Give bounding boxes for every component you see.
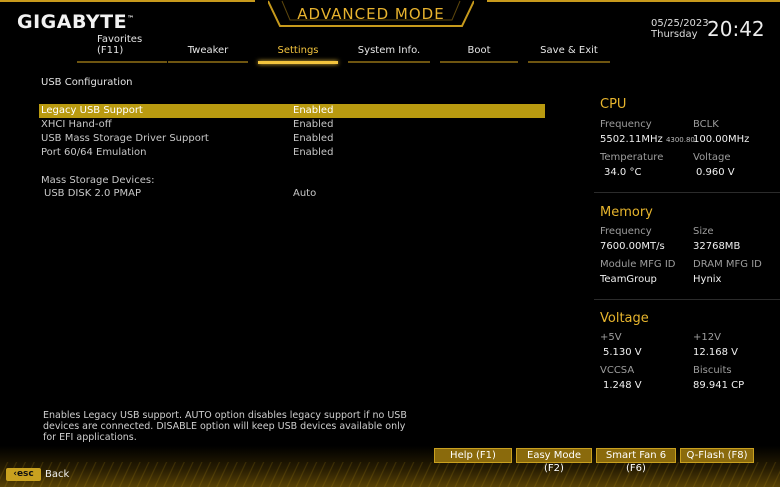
panel-divider bbox=[594, 192, 780, 193]
device-value: Auto bbox=[293, 188, 317, 199]
tab-favorites[interactable]: Favorites (F11) bbox=[77, 34, 167, 63]
p12v-label: +12V bbox=[693, 332, 721, 343]
biscuits-label: Biscuits bbox=[693, 365, 732, 376]
cpu-temperature-label: Temperature bbox=[600, 152, 664, 163]
p12v-value: 12.168 V bbox=[693, 347, 739, 358]
brand-name: GIGABYTE bbox=[17, 11, 128, 33]
module-mfg-label: Module MFG ID bbox=[600, 259, 676, 270]
tab-underline bbox=[440, 61, 518, 63]
header-accent-line-right bbox=[487, 0, 780, 2]
cpu-frequency-main: 5502.11MHz bbox=[600, 134, 663, 145]
header-accent-line-left bbox=[0, 0, 255, 2]
smart-fan-button[interactable]: Smart Fan 6 (F6) bbox=[596, 448, 676, 474]
mode-title-frame: ADVANCED MODE bbox=[268, 0, 474, 28]
setting-row-xhci-hand-off[interactable]: XHCI Hand-off Enabled bbox=[39, 118, 545, 132]
p5v-label: +5V bbox=[600, 332, 622, 343]
vccsa-value: 1.248 V bbox=[603, 380, 642, 391]
cpu-frequency-label: Frequency bbox=[600, 119, 652, 130]
tab-system-info[interactable]: System Info. bbox=[348, 45, 430, 63]
setting-row-port-60-64-emulation[interactable]: Port 60/64 Emulation Enabled bbox=[39, 146, 545, 160]
tab-save-exit[interactable]: Save & Exit bbox=[528, 45, 610, 63]
gigabyte-logo: GIGABYTE™ bbox=[17, 11, 135, 33]
dram-mfg-label: DRAM MFG ID bbox=[693, 259, 762, 270]
tab-favorites-label: Favorites bbox=[97, 34, 143, 45]
memory-heading: Memory bbox=[600, 205, 653, 220]
clock: 20:42 bbox=[707, 17, 765, 41]
date-text: 05/25/2023 bbox=[651, 18, 709, 29]
setting-row-legacy-usb-support[interactable]: Legacy USB Support Enabled bbox=[39, 104, 545, 118]
date-display: 05/25/2023 Thursday bbox=[651, 18, 709, 40]
brand-trademark: ™ bbox=[127, 14, 135, 23]
tab-underline-active bbox=[258, 61, 338, 64]
esc-key-icon: ‹esc bbox=[6, 468, 41, 481]
setting-value: Enabled bbox=[293, 105, 334, 116]
module-mfg-value: TeamGroup bbox=[600, 274, 657, 285]
p5v-value: 5.130 V bbox=[603, 347, 642, 358]
tab-boot[interactable]: Boot bbox=[440, 45, 518, 63]
tab-favorites-key: (F11) bbox=[97, 45, 124, 56]
tab-tweaker-label: Tweaker bbox=[187, 45, 229, 56]
cpu-temperature-value: 34.0 °C bbox=[604, 167, 642, 178]
tab-underline bbox=[77, 61, 167, 63]
help-description: Enables Legacy USB support. AUTO option … bbox=[43, 410, 407, 443]
back-label: Back bbox=[45, 469, 70, 480]
memory-frequency-label: Frequency bbox=[600, 226, 652, 237]
cpu-heading: CPU bbox=[600, 97, 627, 112]
cpu-bclk-value: 100.00MHz bbox=[693, 134, 750, 145]
tab-underline bbox=[168, 61, 248, 63]
tab-settings-label: Settings bbox=[277, 45, 319, 56]
memory-frequency-value: 7600.00MT/s bbox=[600, 241, 665, 252]
esc-key-label: esc bbox=[16, 469, 34, 479]
tab-save-exit-label: Save & Exit bbox=[540, 45, 598, 56]
setting-value: Enabled bbox=[293, 119, 334, 130]
mass-storage-heading-row: Mass Storage Devices: bbox=[39, 174, 545, 188]
memory-size-value: 32768MB bbox=[693, 241, 741, 252]
device-label: USB DISK 2.0 PMAP bbox=[44, 188, 142, 199]
bottom-pattern bbox=[0, 462, 780, 487]
setting-row-usb-mass-storage-driver[interactable]: USB Mass Storage Driver Support Enabled bbox=[39, 132, 545, 146]
top-bar: GIGABYTE™ ADVANCED MODE 05/25/2023 Thurs… bbox=[0, 0, 780, 66]
setting-row-usb-disk[interactable]: USB DISK 2.0 PMAP Auto bbox=[39, 187, 545, 201]
setting-label: USB Mass Storage Driver Support bbox=[41, 133, 209, 144]
setting-label: Legacy USB Support bbox=[41, 105, 143, 116]
setting-value: Enabled bbox=[293, 147, 334, 158]
tab-underline bbox=[528, 61, 610, 63]
advanced-mode-title: ADVANCED MODE bbox=[297, 5, 445, 23]
cpu-frequency-sub: 4300.80 bbox=[665, 136, 695, 144]
biscuits-value: 89.941 CP bbox=[693, 380, 745, 391]
qflash-button[interactable]: Q-Flash (F8) bbox=[680, 448, 754, 463]
cpu-frequency-value: 5502.11MHz 4300.80 bbox=[600, 134, 695, 145]
voltage-heading: Voltage bbox=[600, 311, 649, 326]
cpu-bclk-label: BCLK bbox=[693, 119, 719, 130]
tab-underline bbox=[348, 61, 430, 63]
panel-divider bbox=[594, 299, 780, 300]
tab-tweaker[interactable]: Tweaker bbox=[168, 45, 248, 63]
setting-label: XHCI Hand-off bbox=[41, 119, 112, 130]
tab-system-info-label: System Info. bbox=[357, 45, 421, 56]
easy-mode-button[interactable]: Easy Mode (F2) bbox=[516, 448, 592, 474]
weekday-text: Thursday bbox=[651, 29, 698, 40]
tab-settings[interactable]: Settings bbox=[258, 45, 338, 64]
section-title: USB Configuration bbox=[41, 77, 133, 88]
dram-mfg-value: Hynix bbox=[693, 274, 722, 285]
setting-label: Port 60/64 Emulation bbox=[41, 147, 147, 158]
mass-storage-heading: Mass Storage Devices: bbox=[41, 175, 155, 186]
memory-size-label: Size bbox=[693, 226, 714, 237]
vccsa-label: VCCSA bbox=[600, 365, 635, 376]
setting-value: Enabled bbox=[293, 133, 334, 144]
cpu-voltage-value: 0.960 V bbox=[696, 167, 735, 178]
help-button[interactable]: Help (F1) bbox=[434, 448, 512, 463]
cpu-voltage-label: Voltage bbox=[693, 152, 731, 163]
tab-boot-label: Boot bbox=[467, 45, 491, 56]
